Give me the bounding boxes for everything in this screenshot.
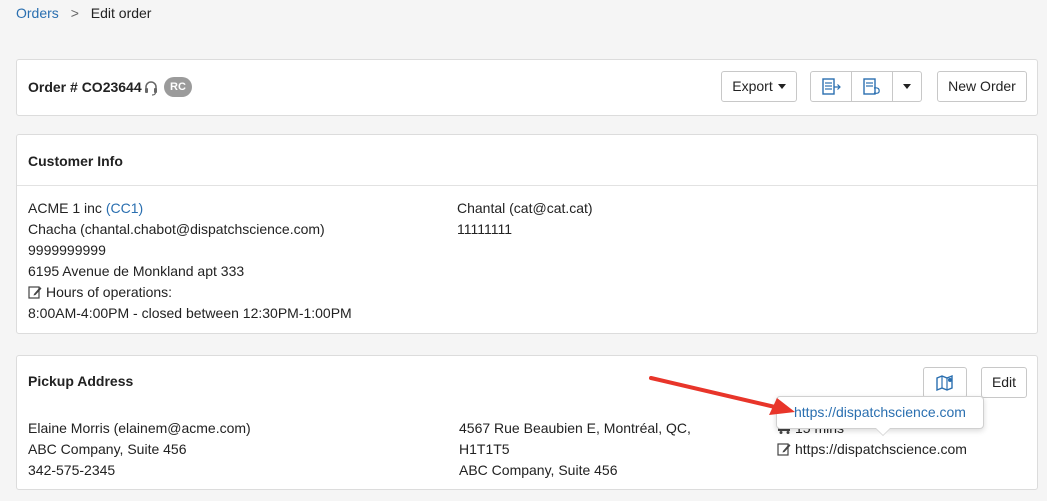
breadcrumb-current: Edit order (90, 5, 152, 21)
pickup-phone: 342-575-2345 (28, 462, 116, 478)
order-title: Order # CO23644 (28, 79, 142, 95)
customer-info-heading: Customer Info (17, 135, 1037, 186)
chevron-down-icon (902, 84, 911, 89)
pickup-company: ABC Company, Suite 456 (28, 441, 187, 457)
edit-note-icon (28, 286, 42, 299)
hours-value: 8:00AM-4:00PM - closed between 12:30PM-1… (28, 305, 352, 321)
chevron-down-icon (777, 84, 786, 89)
pickup-contact: Elaine Morris (elainem@acme.com) (28, 420, 251, 436)
pickup-address-line1: 4567 Rue Beaubien E, Montréal, QC, (459, 420, 691, 436)
more-actions-dropdown[interactable] (891, 72, 921, 101)
status-badge: RC (164, 77, 192, 97)
return-document-button[interactable] (851, 72, 891, 101)
breadcrumb-separator: > (70, 5, 79, 21)
pickup-address-line2: H1T1T5 (459, 441, 510, 457)
customer-phone: 9999999999 (28, 242, 106, 258)
map-icon (936, 374, 953, 391)
pickup-contact-details: Elaine Morris (elainem@acme.com) ABC Com… (28, 418, 251, 481)
breadcrumb-orders-link[interactable]: Orders (16, 5, 59, 21)
headset-icon (145, 81, 157, 96)
customer-address: 6195 Avenue de Monkland apt 333 (28, 263, 245, 279)
tooltip-link[interactable]: https://dispatchscience.com (794, 404, 966, 420)
annotation-arrow-icon (649, 376, 795, 415)
customer-contact: Chacha (chantal.chabot@dispatchscience.c… (28, 221, 325, 237)
export-document-button[interactable] (811, 72, 851, 101)
pickup-address-details: 4567 Rue Beaubien E, Montréal, QC, H1T1T… (459, 418, 691, 481)
edit-pickup-button[interactable]: Edit (981, 367, 1027, 398)
pickup-note: https://dispatchscience.com (795, 441, 967, 457)
order-actions-group (810, 71, 922, 102)
new-order-button[interactable]: New Order (937, 71, 1027, 102)
pickup-address-heading: Pickup Address (28, 373, 134, 389)
export-label: Export (732, 78, 773, 94)
customer-company: ACME 1 inc (28, 200, 102, 216)
document-return-icon (863, 77, 880, 95)
map-button[interactable] (923, 367, 967, 398)
order-header-panel: Order # CO23644 RC Export New Order (16, 59, 1038, 116)
link-tooltip: https://dispatchscience.com (776, 396, 984, 429)
edit-note-icon (777, 443, 791, 456)
tooltip-pointer (876, 428, 890, 435)
secondary-phone: 11111111 (457, 221, 513, 237)
breadcrumb: Orders > Edit order (16, 5, 151, 21)
secondary-contact: Chantal (cat@cat.cat) (457, 200, 593, 216)
customer-info-panel: Customer Info ACME 1 inc (CC1) Chacha (c… (16, 134, 1038, 334)
customer-code-link[interactable]: (CC1) (106, 200, 143, 216)
document-arrow-icon (822, 77, 841, 95)
secondary-contact-details: Chantal (cat@cat.cat) 11111111 (457, 198, 593, 240)
customer-details: ACME 1 inc (CC1) Chacha (chantal.chabot@… (28, 198, 352, 324)
hours-label: Hours of operations: (46, 284, 173, 300)
export-button[interactable]: Export (721, 71, 797, 102)
pickup-address-line3: ABC Company, Suite 456 (459, 462, 618, 478)
